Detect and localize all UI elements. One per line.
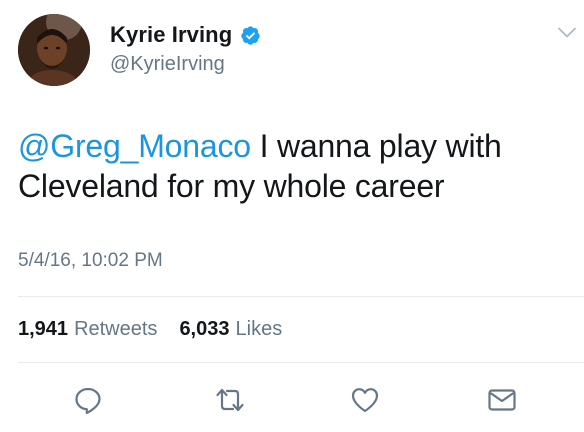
verified-badge-icon xyxy=(240,25,261,46)
tweet-card: Kyrie Irving @KyrieIrving @Greg_Monaco I… xyxy=(0,0,584,432)
envelope-icon xyxy=(488,389,516,411)
tweet-stats: 1,941 Retweets 6,033 Likes xyxy=(18,318,282,341)
avatar[interactable] xyxy=(18,14,90,86)
heart-icon xyxy=(351,388,379,413)
author-handle[interactable]: @KyrieIrving xyxy=(110,53,225,76)
profile-photo-icon xyxy=(18,14,90,86)
reply-icon xyxy=(75,387,101,415)
author-display-name[interactable]: Kyrie Irving xyxy=(110,22,232,48)
timestamp[interactable]: 5/4/16, 10:02 PM xyxy=(18,250,163,272)
retweets-label[interactable]: Retweets xyxy=(74,318,157,341)
divider xyxy=(18,296,584,297)
mention-link[interactable]: @Greg_Monaco xyxy=(18,128,251,164)
divider xyxy=(18,362,584,363)
retweet-button[interactable] xyxy=(214,384,246,416)
likes-count[interactable]: 6,033 xyxy=(179,318,229,341)
message-button[interactable] xyxy=(486,384,518,416)
reply-button[interactable] xyxy=(72,384,104,416)
retweet-icon xyxy=(216,388,244,412)
tweet-actions xyxy=(0,384,584,424)
tweet-text: @Greg_Monaco I wanna play with Cleveland… xyxy=(18,126,568,206)
chevron-down-icon[interactable] xyxy=(558,26,576,38)
likes-label[interactable]: Likes xyxy=(236,318,283,341)
author-name-row[interactable]: Kyrie Irving xyxy=(110,22,261,48)
like-button[interactable] xyxy=(349,384,381,416)
retweets-count[interactable]: 1,941 xyxy=(18,318,68,341)
